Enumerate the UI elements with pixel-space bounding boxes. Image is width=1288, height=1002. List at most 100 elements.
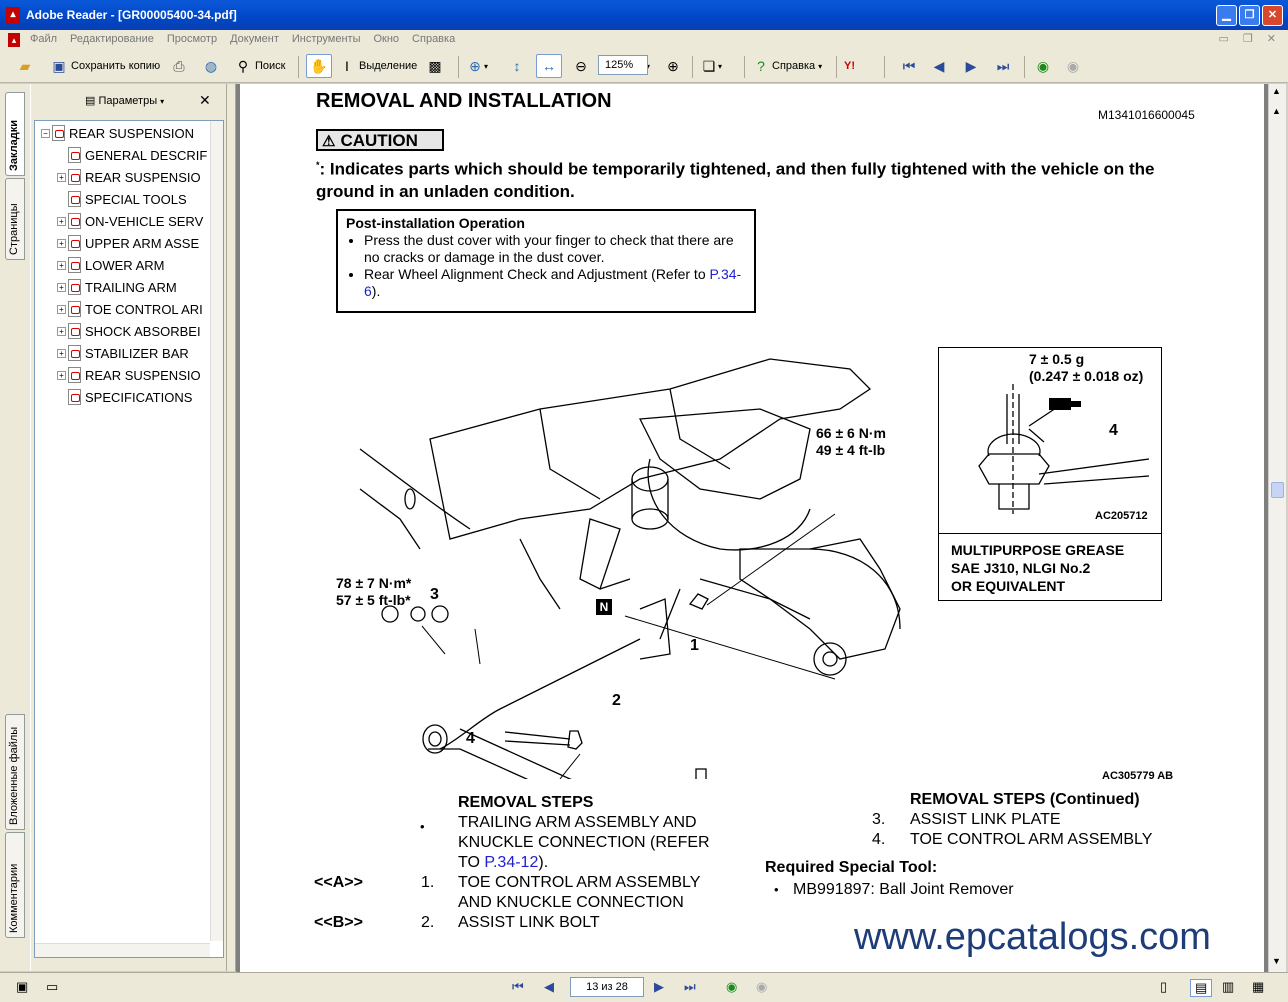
single-page-button[interactable]: ▯: [1160, 979, 1167, 995]
callout-1: 1: [690, 637, 699, 654]
facing-page-button[interactable]: ▥: [1222, 979, 1234, 995]
status-next-page-button[interactable]: ▶: [654, 979, 664, 995]
select-label: Выделение: [359, 60, 418, 72]
options-menu[interactable]: ▤ Параметры ▾: [85, 94, 164, 107]
email-button[interactable]: ◍: [202, 54, 220, 78]
page-number-input[interactable]: 13 из 28: [570, 977, 644, 997]
tab-comments[interactable]: Комментарии: [5, 832, 25, 938]
expand-icon[interactable]: +: [57, 326, 66, 336]
first-page-button[interactable]: ⏮: [900, 54, 918, 78]
step-refer-text: TO: [458, 854, 485, 871]
fit-width-button[interactable]: ↔: [536, 54, 562, 78]
bookmark-item[interactable]: + LOWER ARM: [57, 255, 164, 275]
status-first-page-button[interactable]: ⏮: [512, 979, 524, 995]
bookmark-item[interactable]: + SHOCK ABSORBEI: [57, 321, 201, 341]
menu-edit[interactable]: Редактирование: [70, 33, 154, 45]
restore-button[interactable]: ❐: [1239, 5, 1260, 26]
expand-icon[interactable]: +: [57, 238, 66, 248]
expand-icon[interactable]: +: [57, 260, 66, 270]
bookmark-item[interactable]: − REAR SUSPENSION: [41, 123, 194, 143]
previous-page-button[interactable]: ◀: [930, 54, 948, 78]
expand-icon[interactable]: +: [57, 172, 66, 182]
page-layout-button[interactable]: ❏ ▾: [700, 54, 722, 78]
expand-icon[interactable]: +: [57, 216, 66, 226]
continuous-page-button[interactable]: ▤: [1190, 979, 1213, 997]
panel-splitter[interactable]: [226, 84, 236, 971]
status-back-button[interactable]: ◉: [726, 979, 737, 995]
doc-minimize-button[interactable]: ▭: [1219, 32, 1229, 45]
forward-view-button[interactable]: ◉: [1064, 54, 1082, 78]
expand-icon[interactable]: +: [57, 348, 66, 358]
tree-horizontal-scrollbar[interactable]: [35, 943, 210, 957]
doc-restore-button[interactable]: ❐: [1243, 32, 1253, 45]
last-page-icon: ⏭: [996, 58, 1010, 74]
tab-pages[interactable]: Страницы: [5, 178, 25, 260]
scroll-up-arrow[interactable]: ▲: [1272, 86, 1281, 96]
status-last-page-button[interactable]: ⏭: [684, 979, 696, 995]
menu-tools[interactable]: Инструменты: [292, 33, 361, 45]
hand-tool-button[interactable]: ✋: [306, 54, 332, 78]
open-button[interactable]: ▰: [16, 54, 34, 78]
snapshot-button[interactable]: ▩: [426, 54, 444, 78]
document-vertical-scrollbar[interactable]: ▲ ▲ ▼: [1268, 84, 1286, 972]
bookmark-item[interactable]: + REAR SUSPENSIO: [57, 365, 201, 385]
minimize-button[interactable]: ▁: [1216, 5, 1237, 26]
zoom-out-button[interactable]: ⊖: [572, 54, 590, 78]
search-label: Поиск: [255, 60, 286, 72]
save-copy-button[interactable]: ▣ Сохранить копию: [50, 54, 160, 78]
bookmark-item[interactable]: + TRAILING ARM: [57, 277, 177, 297]
hide-navigation-button[interactable]: ▭: [46, 979, 58, 995]
post-item-2-end: ).: [371, 283, 381, 299]
status-previous-page-button[interactable]: ◀: [544, 979, 554, 995]
page-up-arrow[interactable]: ▲: [1272, 106, 1281, 116]
expand-icon[interactable]: +: [57, 370, 66, 380]
bookmark-item[interactable]: + UPPER ARM ASSE: [57, 233, 199, 253]
search-button[interactable]: ⚲ Поиск: [234, 54, 286, 78]
scroll-down-arrow[interactable]: ▼: [1272, 956, 1281, 966]
menu-document[interactable]: Документ: [230, 33, 279, 45]
yahoo-button[interactable]: Y!: [844, 54, 855, 78]
bookmark-item[interactable]: GENERAL DESCRIF: [57, 145, 207, 165]
inset-code: AC205712: [1095, 510, 1148, 522]
menu-window[interactable]: Окно: [373, 33, 399, 45]
menu-file[interactable]: Файл: [30, 33, 57, 45]
last-page-button[interactable]: ⏭: [994, 54, 1012, 78]
save-copy-label: Сохранить копию: [71, 60, 161, 72]
actual-size-button[interactable]: ↕: [508, 54, 526, 78]
bookmark-label: LOWER ARM: [85, 257, 165, 273]
close-button[interactable]: ✕: [1262, 5, 1283, 26]
doc-close-button[interactable]: ✕: [1267, 32, 1276, 45]
next-page-button[interactable]: ▶: [962, 54, 980, 78]
scroll-thumb[interactable]: [1271, 482, 1284, 498]
show-navigation-button[interactable]: ▣: [16, 979, 28, 995]
bookmark-item[interactable]: SPECIFICATIONS: [57, 387, 192, 407]
tab-bookmarks-label: Закладки: [8, 119, 20, 171]
expand-icon[interactable]: +: [57, 282, 66, 292]
back-view-button[interactable]: ◉: [1034, 54, 1052, 78]
status-forward-button[interactable]: ◉: [756, 979, 767, 995]
menu-help[interactable]: Справка: [412, 33, 455, 45]
printer-icon: ⎙: [173, 58, 185, 74]
text-cursor-icon: I: [345, 58, 349, 74]
bookmark-item[interactable]: + ON-VEHICLE SERV: [57, 211, 203, 231]
zoom-in-tool-button[interactable]: ⊕ ▾: [466, 54, 488, 78]
continuous-facing-button[interactable]: ▦: [1252, 979, 1264, 995]
help-button[interactable]: ? Справка ▾: [752, 54, 822, 78]
close-panel-button[interactable]: ✕: [199, 92, 211, 109]
bookmark-item[interactable]: + REAR SUSPENSIO: [57, 167, 201, 187]
select-tool-button[interactable]: I Выделение: [338, 54, 417, 78]
collapse-icon[interactable]: −: [41, 128, 50, 138]
link-p34-12[interactable]: P.34-12: [484, 854, 538, 871]
menu-view[interactable]: Просмотр: [167, 33, 217, 45]
tab-bookmarks[interactable]: Закладки: [5, 92, 25, 176]
bookmark-item[interactable]: + STABILIZER BAR: [57, 343, 189, 363]
tree-vertical-scrollbar[interactable]: [210, 121, 223, 941]
print-button[interactable]: ⎙: [170, 54, 188, 78]
bookmark-item[interactable]: + TOE CONTROL ARI: [57, 299, 203, 319]
warning-triangle-icon: ⚠: [322, 133, 336, 150]
tab-attachments[interactable]: Вложенные файлы: [5, 714, 25, 830]
expand-icon[interactable]: +: [57, 304, 66, 314]
zoom-input[interactable]: 125%: [598, 55, 648, 75]
zoom-in-button[interactable]: ⊕: [664, 54, 682, 78]
bookmark-item[interactable]: SPECIAL TOOLS: [57, 189, 187, 209]
